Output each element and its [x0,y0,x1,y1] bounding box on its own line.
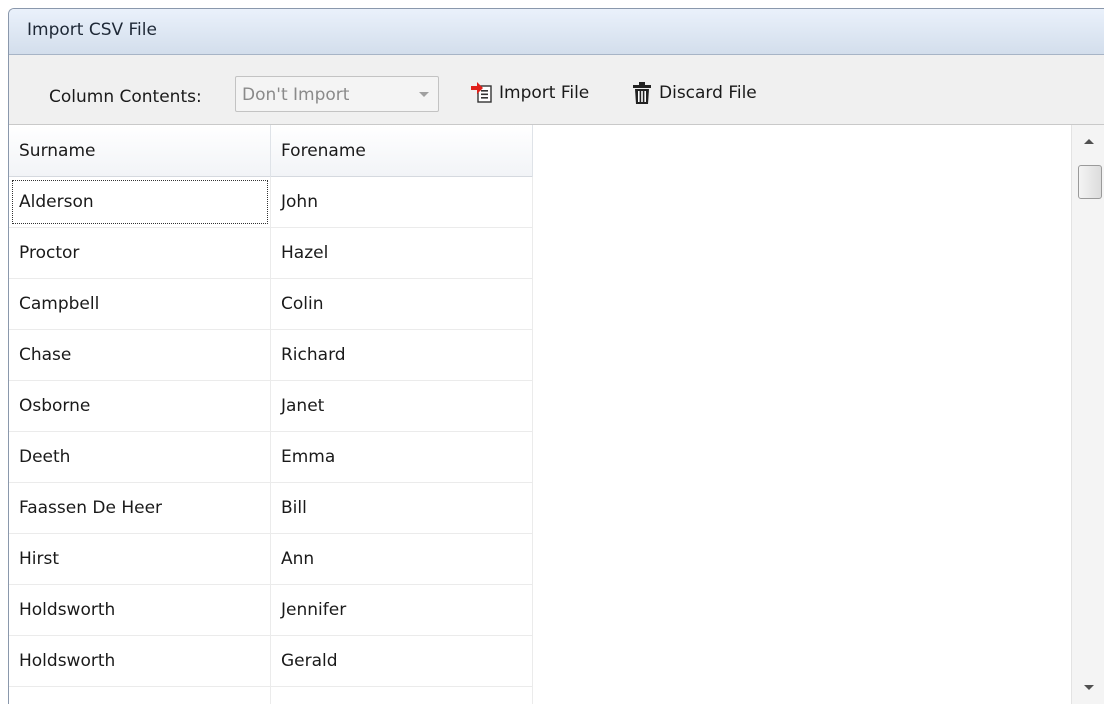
grid-body: Alderson John Proctor Hazel Campbell Col… [9,177,533,704]
table-cell[interactable]: Holdsworth [9,585,271,635]
table-cell[interactable]: Chase [9,330,271,380]
table-cell[interactable]: Hirst [9,534,271,584]
table-cell[interactable]: Gerald [271,636,533,686]
table-row: Osborne Janet [9,381,533,432]
table-row: Faassen De Heer Bill [9,483,533,534]
table-cell[interactable]: Richard [271,330,533,380]
table-cell[interactable]: Alderson [9,177,271,227]
title-bar: Import CSV File [9,9,1104,55]
toolbar: Column Contents: Don't Import Import Fil… [9,55,1104,125]
chevron-down-icon [419,92,429,97]
table-cell[interactable]: Colin [271,279,533,329]
import-file-icon [469,80,495,106]
data-grid: Surname Forename Alderson John Proctor H… [9,125,1071,704]
table-row: Campbell Colin [9,279,533,330]
column-header-forename[interactable]: Forename [271,125,533,177]
grid-header: Surname Forename [9,125,533,177]
table-cell[interactable]: Holdsworth [9,636,271,686]
table-row: Deeth Emma [9,432,533,483]
trash-can-icon [629,80,655,106]
column-header-surname[interactable]: Surname [9,125,271,177]
table-cell[interactable]: Campbell [9,279,271,329]
table-cell[interactable]: Faassen De Heer [9,483,271,533]
table-cell[interactable]: Proctor [9,228,271,278]
table-cell[interactable] [271,687,533,704]
table-cell[interactable]: Janet [271,381,533,431]
table-cell[interactable]: Emma [271,432,533,482]
table-row: Chase Richard [9,330,533,381]
window-title: Import CSV File [27,20,157,40]
discard-file-button[interactable]: Discard File [629,75,757,111]
table-row: Holdsworth Jennifer [9,585,533,636]
column-contents-value: Don't Import [242,85,350,105]
table-cell[interactable]: Ann [271,534,533,584]
table-cell[interactable]: Osborne [9,381,271,431]
table-cell[interactable]: John [271,177,533,227]
table-row: Alderson John [9,177,533,228]
import-csv-window: Import CSV File Column Contents: Don't I… [8,8,1104,704]
table-row: Hirst Ann [9,534,533,585]
import-file-label: Import File [499,83,590,103]
table-row [9,687,533,704]
table-row: Holdsworth Gerald [9,636,533,687]
column-contents-label: Column Contents: [49,87,202,107]
discard-file-label: Discard File [659,83,757,103]
table-cell[interactable]: Deeth [9,432,271,482]
table-cell[interactable] [9,687,271,704]
table-row: Proctor Hazel [9,228,533,279]
scroll-down-arrow-icon[interactable] [1072,671,1104,704]
scrollbar-thumb[interactable] [1078,165,1102,199]
table-cell[interactable]: Jennifer [271,585,533,635]
table-cell[interactable]: Bill [271,483,533,533]
import-file-button[interactable]: Import File [469,75,589,111]
table-cell[interactable]: Hazel [271,228,533,278]
column-contents-dropdown[interactable]: Don't Import [235,76,439,112]
vertical-scrollbar[interactable] [1071,125,1104,704]
scroll-up-arrow-icon[interactable] [1072,125,1104,159]
